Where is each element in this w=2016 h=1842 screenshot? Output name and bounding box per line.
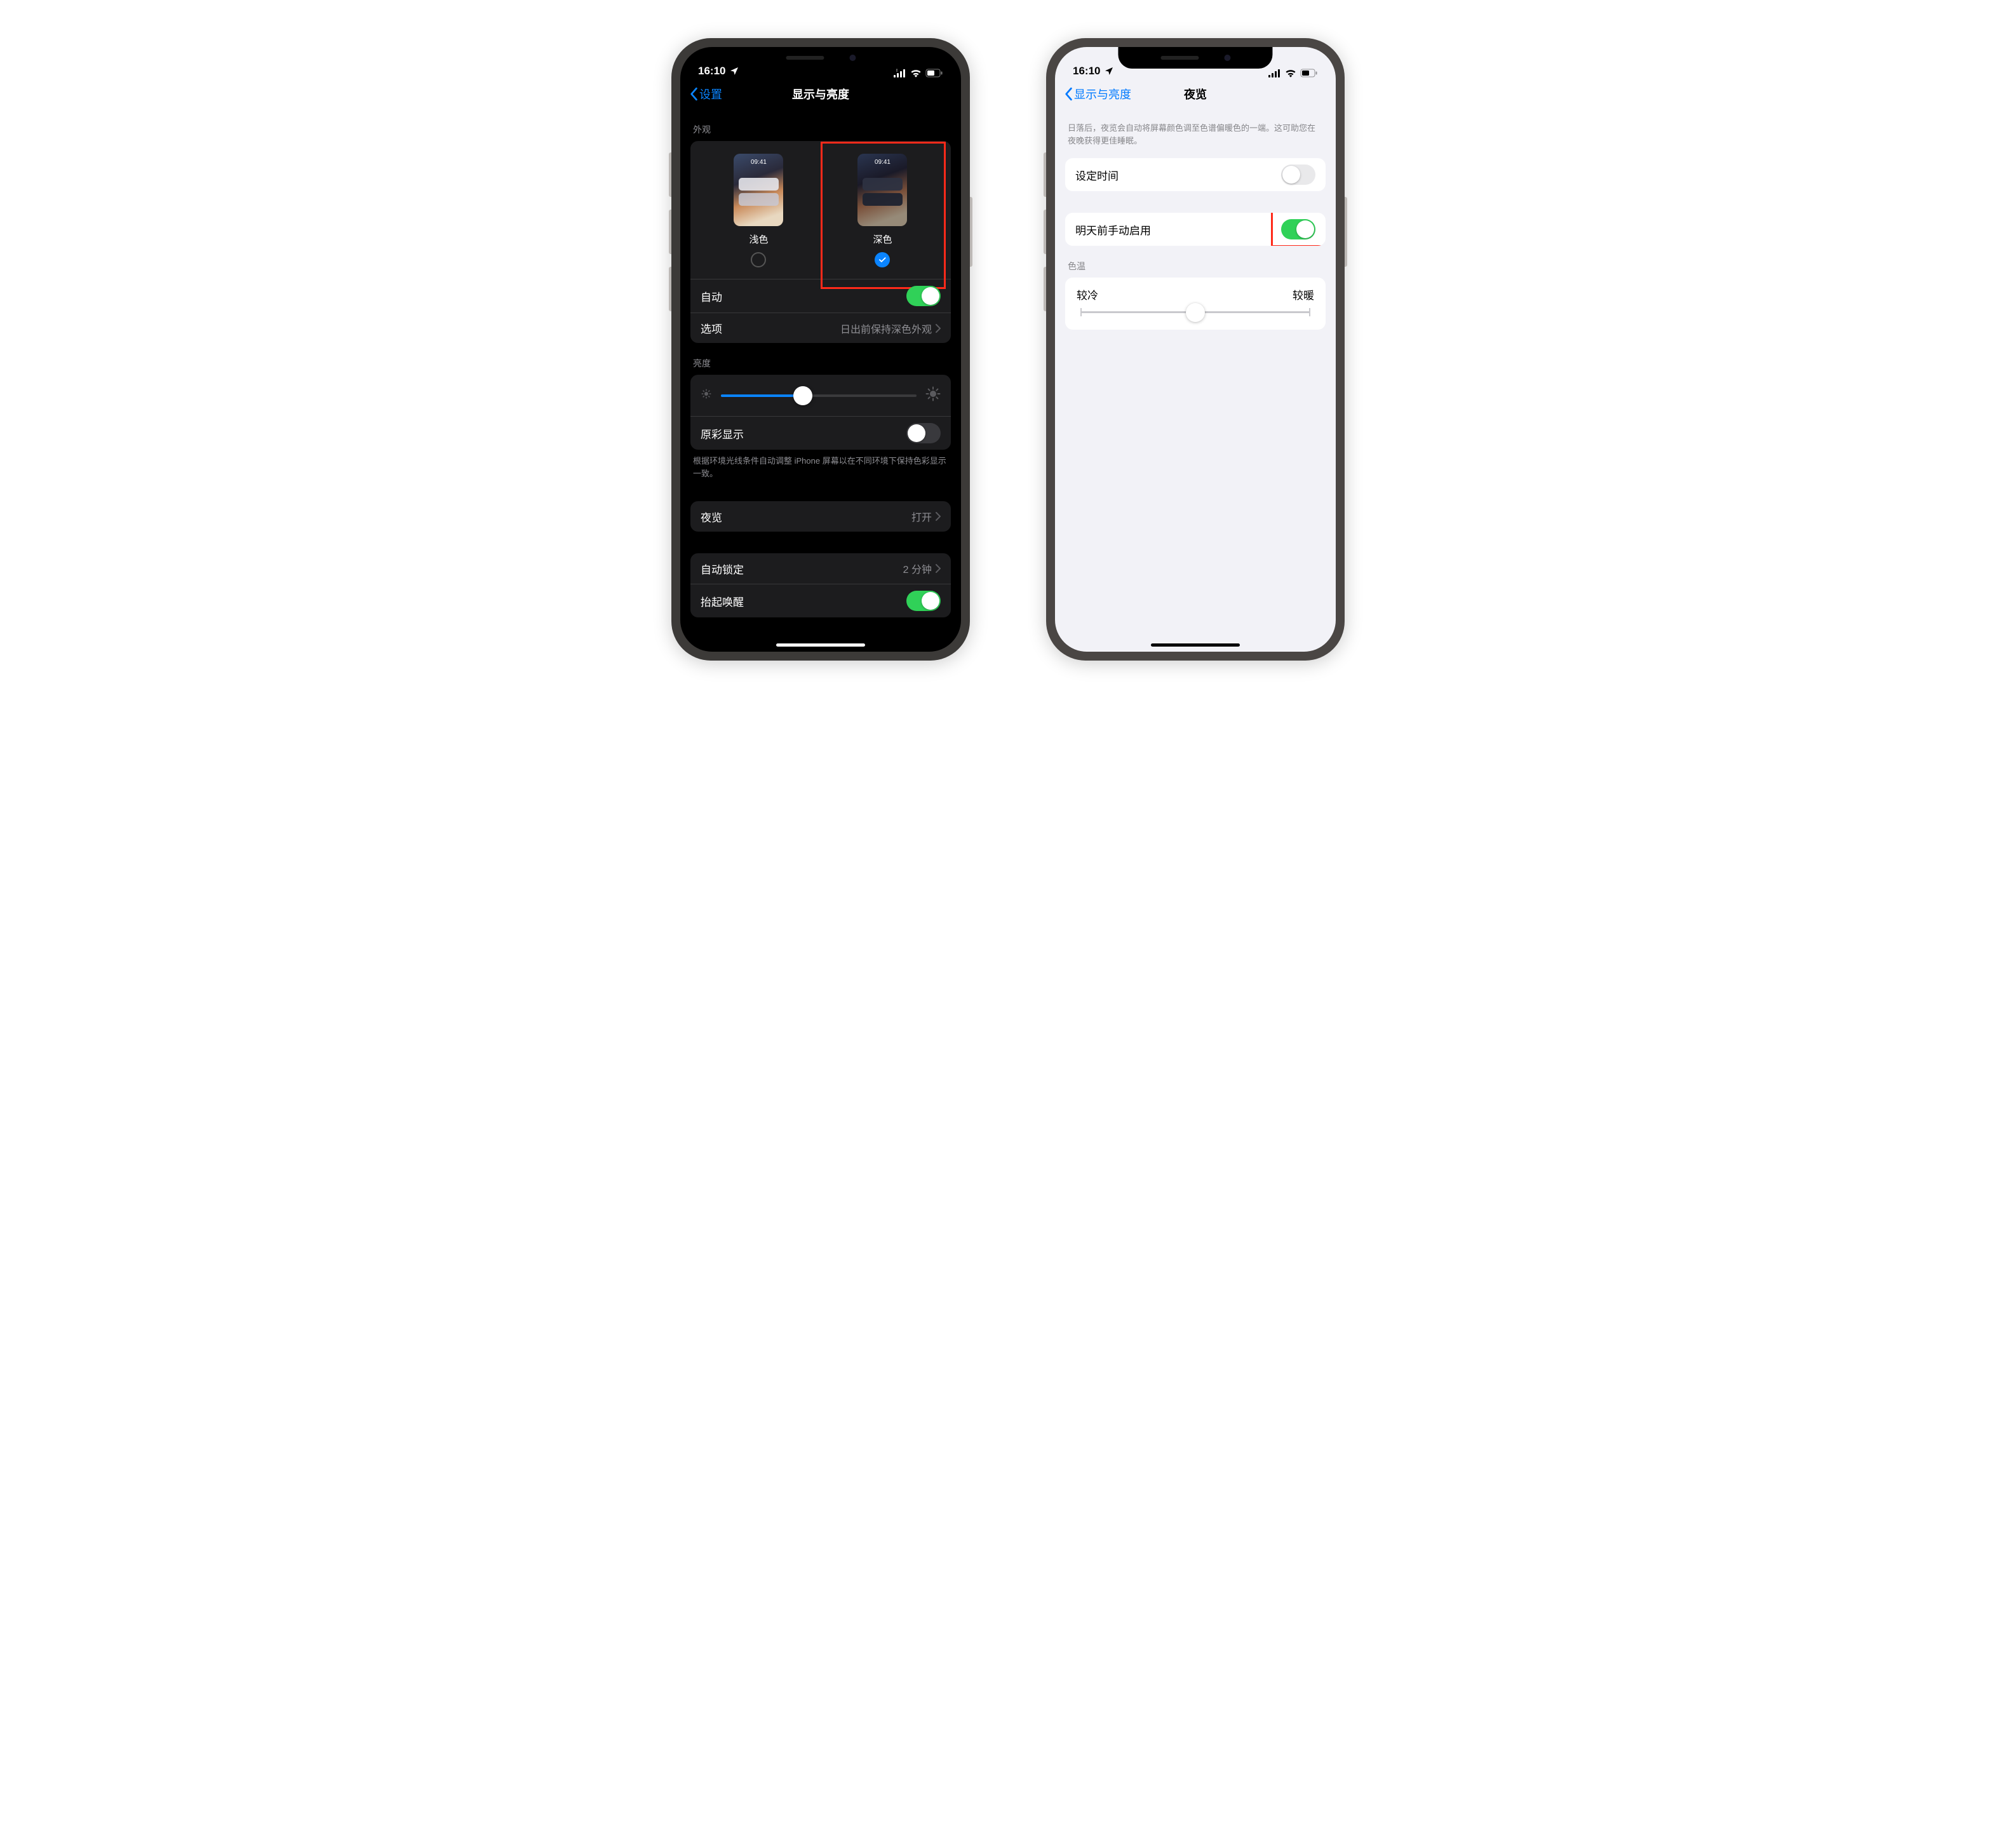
appearance-option-dark[interactable]: 09:41 深色 — [826, 154, 939, 267]
true-tone-toggle[interactable] — [906, 423, 941, 443]
phone-frame-dark: 16:10 ! — [671, 38, 970, 661]
color-temp-slider[interactable] — [1080, 311, 1310, 313]
color-temp-slider-row[interactable]: 较冷 较暖 — [1065, 278, 1326, 330]
night-shift-card: 夜览 打开 — [690, 501, 951, 532]
night-shift-detail: 打开 — [911, 509, 932, 524]
row-manual-enable[interactable]: 明天前手动启用 — [1065, 213, 1326, 246]
screen-display-brightness: 16:10 ! — [680, 47, 961, 652]
location-icon — [1104, 66, 1114, 76]
chevron-right-icon — [936, 564, 941, 573]
battery-icon — [925, 69, 943, 77]
row-raise-to-wake[interactable]: 抬起唤醒 — [690, 584, 951, 617]
night-shift-label: 夜览 — [701, 509, 722, 525]
row-appearance-options[interactable]: 选项 日出前保持深色外观 — [690, 313, 951, 343]
location-icon — [729, 66, 739, 76]
cellular-icon — [1268, 69, 1281, 77]
row-auto[interactable]: 自动 — [690, 279, 951, 313]
home-indicator[interactable] — [776, 643, 865, 647]
appearance-light-label: 浅色 — [749, 232, 768, 246]
appearance-dark-label: 深色 — [873, 232, 892, 246]
notch — [1118, 47, 1272, 69]
true-tone-label: 原彩显示 — [701, 426, 744, 441]
scheduled-toggle[interactable] — [1281, 165, 1315, 185]
temp-cold-label: 较冷 — [1077, 286, 1098, 302]
row-scheduled[interactable]: 设定时间 — [1065, 158, 1326, 191]
scheduled-label: 设定时间 — [1075, 167, 1119, 183]
row-auto-lock[interactable]: 自动锁定 2 分钟 — [690, 553, 951, 584]
row-true-tone[interactable]: 原彩显示 — [690, 417, 951, 450]
color-temp-card: 较冷 较暖 — [1065, 278, 1326, 330]
status-time: 16:10 — [1073, 65, 1100, 77]
temp-warm-label: 较暖 — [1293, 286, 1314, 302]
row-night-shift[interactable]: 夜览 打开 — [690, 501, 951, 532]
raise-to-wake-label: 抬起唤醒 — [701, 593, 744, 609]
auto-label: 自动 — [701, 288, 722, 304]
chevron-right-icon — [936, 512, 941, 521]
section-header-appearance: 外观 — [690, 109, 951, 141]
sun-min-icon — [701, 388, 712, 403]
appearance-card: 09:41 浅色 09:41 深色 — [690, 141, 951, 343]
auto-lock-detail: 2 分钟 — [903, 561, 932, 576]
section-header-brightness: 亮度 — [690, 343, 951, 375]
manual-enable-toggle[interactable] — [1281, 219, 1315, 239]
chevron-right-icon — [936, 324, 941, 333]
appearance-options-detail: 日出前保持深色外观 — [840, 321, 932, 336]
radio-unselected-icon — [751, 252, 766, 267]
night-shift-intro: 日落后，夜览会自动将屏幕颜色调至色谱偏暖色的一端。这可助您在夜晚获得更佳睡眠。 — [1065, 109, 1326, 147]
radio-selected-icon — [875, 252, 890, 267]
chevron-left-icon — [1064, 87, 1073, 101]
phone-frame-light: 16:10 — [1046, 38, 1345, 661]
manual-enable-label: 明天前手动启用 — [1075, 222, 1151, 238]
nav-bar: 显示与亮度 夜览 — [1055, 79, 1336, 109]
cellular-icon: ! — [894, 69, 906, 77]
brightness-slider[interactable] — [721, 394, 917, 397]
raise-to-wake-toggle[interactable] — [906, 591, 941, 611]
preview-dark: 09:41 — [857, 154, 907, 226]
nav-bar: 设置 显示与亮度 — [680, 79, 961, 109]
back-label: 显示与亮度 — [1074, 86, 1131, 102]
status-time: 16:10 — [698, 65, 725, 77]
page-title: 夜览 — [1184, 86, 1207, 102]
lock-wake-card: 自动锁定 2 分钟 抬起唤醒 — [690, 553, 951, 617]
section-header-color-temp: 色温 — [1065, 246, 1326, 278]
page-title: 显示与亮度 — [792, 86, 849, 102]
auto-toggle[interactable] — [906, 286, 941, 306]
chevron-left-icon — [689, 87, 698, 101]
wifi-icon — [1285, 69, 1296, 77]
appearance-options-label: 选项 — [701, 320, 722, 336]
sun-max-icon — [925, 386, 941, 405]
notch — [743, 47, 897, 69]
back-button[interactable]: 显示与亮度 — [1064, 86, 1131, 102]
brightness-slider-row[interactable] — [690, 375, 951, 417]
manual-enable-card: 明天前手动启用 — [1065, 213, 1326, 246]
svg-text:!: ! — [896, 69, 897, 73]
home-indicator[interactable] — [1151, 643, 1240, 647]
brightness-card: 原彩显示 — [690, 375, 951, 450]
preview-light: 09:41 — [734, 154, 783, 226]
scheduled-card: 设定时间 — [1065, 158, 1326, 191]
appearance-option-light[interactable]: 09:41 浅色 — [702, 154, 816, 267]
battery-icon — [1300, 69, 1318, 77]
screen-night-shift: 16:10 — [1055, 47, 1336, 652]
auto-lock-label: 自动锁定 — [701, 561, 744, 577]
wifi-icon — [910, 69, 922, 77]
true-tone-footer: 根据环境光线条件自动调整 iPhone 屏幕以在不同环境下保持色彩显示一致。 — [690, 450, 951, 480]
back-label: 设置 — [699, 86, 722, 102]
back-button[interactable]: 设置 — [689, 86, 722, 102]
